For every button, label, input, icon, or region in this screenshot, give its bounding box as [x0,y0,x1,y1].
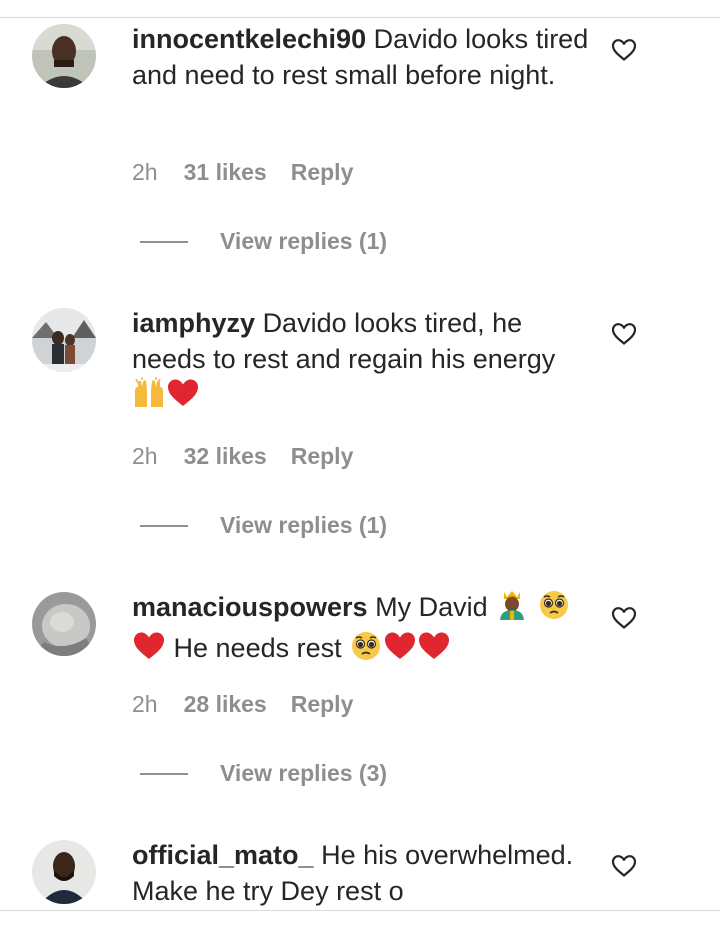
red-heart-emoji [166,377,200,418]
heart-outline-icon[interactable] [611,322,637,346]
comment-text: innocentkelechi90 Davido looks tired and… [132,21,592,93]
comment-body-continued: He needs rest [173,633,342,663]
comment-meta: 2h 32 likes Reply [132,441,353,471]
comment-meta: 2h 28 likes Reply [132,689,353,719]
view-replies-label: View replies (3) [220,760,388,786]
comment-text: manaciouspowers My David He needs rest [132,589,592,671]
comment-username[interactable]: manaciouspowers [132,592,368,622]
reply-button[interactable]: Reply [291,443,354,469]
comment-body: My David [375,592,488,622]
comment-text: official_mato_ He his overwhelmed. Make … [132,837,592,909]
comment-meta: 2h 31 likes Reply [132,157,353,187]
red-heart-emoji [132,630,166,671]
reply-button[interactable]: Reply [291,691,354,717]
comment-text: iamphyzy Davido looks tired, he needs to… [132,305,592,418]
replies-dash [140,773,188,775]
red-heart-emoji [417,630,451,671]
avatar[interactable] [32,592,96,656]
replies-dash [140,241,188,243]
bottom-divider [0,910,720,911]
red-heart-emoji [383,630,417,671]
view-replies-label: View replies (1) [220,512,388,538]
view-replies-label: View replies (1) [220,228,388,254]
avatar[interactable] [32,24,96,88]
avatar[interactable] [32,840,96,904]
raising-hands-emoji [132,377,166,418]
likes-count[interactable]: 31 likes [184,159,267,185]
comment-username[interactable]: innocentkelechi90 [132,24,366,54]
replies-dash [140,525,188,527]
pleading-face-emoji [537,589,571,630]
comment-username[interactable]: iamphyzy [132,308,255,338]
avatar[interactable] [32,308,96,372]
heart-outline-icon[interactable] [611,854,637,878]
comment-time: 2h [132,159,158,185]
prince-emoji [495,589,529,630]
pleading-face-emoji [349,630,383,671]
heart-outline-icon[interactable] [611,38,637,62]
comment-time: 2h [132,691,158,717]
heart-outline-icon[interactable] [611,606,637,630]
comment-username[interactable]: official_mato_ [132,840,314,870]
likes-count[interactable]: 32 likes [184,443,267,469]
reply-button[interactable]: Reply [291,159,354,185]
comment-time: 2h [132,443,158,469]
top-divider [0,17,720,18]
likes-count[interactable]: 28 likes [184,691,267,717]
